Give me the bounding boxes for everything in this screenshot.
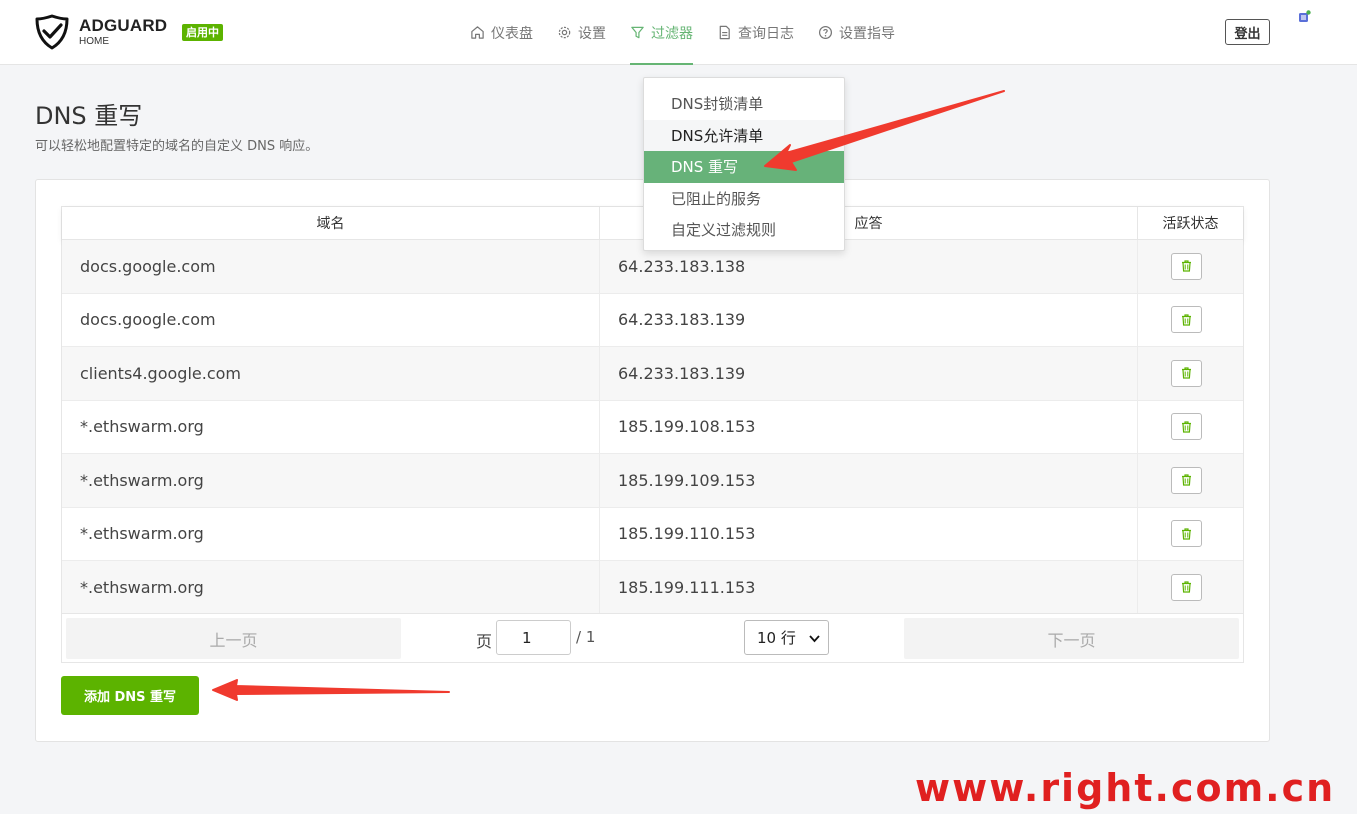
rewrites-table: 域名 应答 活跃状态 docs.google.com 64.233.183.13… bbox=[61, 206, 1244, 663]
page-total: / 1 bbox=[576, 628, 596, 646]
nav-item-label: 设置指导 bbox=[839, 25, 895, 42]
table-row: *.ethswarm.org 185.199.110.153 bbox=[62, 507, 1243, 561]
home-icon bbox=[471, 26, 484, 39]
prev-page-button[interactable]: 上一页 bbox=[66, 618, 401, 659]
delete-button[interactable] bbox=[1171, 359, 1202, 387]
domain-cell: docs.google.com bbox=[62, 293, 600, 346]
trash-icon bbox=[1182, 528, 1191, 540]
domain-cell: *.ethswarm.org bbox=[62, 507, 600, 560]
nav-item-filters[interactable]: 过滤器 bbox=[630, 0, 693, 65]
trash-icon bbox=[1182, 260, 1191, 272]
logout-button[interactable]: 登出 bbox=[1225, 19, 1270, 45]
trash-icon bbox=[1182, 314, 1191, 326]
table-row: *.ethswarm.org 185.199.111.153 bbox=[62, 561, 1243, 615]
column-header-domain[interactable]: 域名 bbox=[62, 207, 600, 239]
delete-button[interactable] bbox=[1171, 413, 1202, 441]
extension-icon[interactable] bbox=[1298, 10, 1311, 23]
domain-cell: *.ethswarm.org bbox=[62, 454, 600, 507]
filter-icon bbox=[631, 26, 644, 39]
next-page-button[interactable]: 下一页 bbox=[904, 618, 1239, 659]
gear-icon bbox=[558, 26, 571, 39]
nav-item-label: 仪表盘 bbox=[491, 25, 533, 42]
nav-item-label: 过滤器 bbox=[651, 25, 693, 42]
filters-dropdown-menu: DNS封锁清单 DNS允许清单 DNS 重写 已阻止的服务 自定义过滤规则 bbox=[643, 77, 845, 251]
answer-cell: 185.199.111.153 bbox=[600, 561, 1138, 614]
menu-item-dns-allowlists[interactable]: DNS允许清单 bbox=[644, 119, 844, 151]
nav-item-label: 设置 bbox=[578, 25, 606, 42]
table-row: clients4.google.com 64.233.183.139 bbox=[62, 347, 1243, 401]
adguard-logo[interactable]: ADGUARD HOME bbox=[34, 14, 167, 50]
page-subtitle: 可以轻松地配置特定的域名的自定义 DNS 响应。 bbox=[35, 139, 319, 154]
brand-title: ADGUARD bbox=[79, 16, 168, 35]
nav-item-settings[interactable]: 设置 bbox=[557, 0, 606, 65]
brand-subtitle: HOME bbox=[79, 36, 109, 47]
menu-item-dns-blocklists[interactable]: DNS封锁清单 bbox=[644, 88, 844, 120]
page-label: 页 bbox=[476, 632, 493, 651]
pagination: 上一页 页 / 1 10 行 下一页 bbox=[62, 613, 1243, 662]
table-body: docs.google.com 64.233.183.138 docs.goog… bbox=[62, 240, 1243, 615]
menu-item-blocked-services[interactable]: 已阻止的服务 bbox=[644, 183, 844, 215]
domain-cell: docs.google.com bbox=[62, 240, 600, 293]
chevron-down-icon bbox=[809, 635, 820, 643]
watermark: www.right.com.cn bbox=[915, 766, 1336, 810]
status-badge: 启用中 bbox=[182, 24, 223, 41]
delete-button[interactable] bbox=[1171, 306, 1202, 334]
nav-item-label: 查询日志 bbox=[738, 25, 794, 42]
table-row: *.ethswarm.org 185.199.109.153 bbox=[62, 454, 1243, 508]
delete-button[interactable] bbox=[1171, 252, 1202, 280]
rows-per-page-value: 10 行 bbox=[757, 629, 796, 647]
menu-item-custom-filtering-rules[interactable]: 自定义过滤规则 bbox=[644, 214, 844, 246]
shield-check-icon bbox=[35, 14, 69, 50]
menu-item-dns-rewrites[interactable]: DNS 重写 bbox=[644, 151, 844, 183]
trash-icon bbox=[1182, 421, 1191, 433]
answer-cell: 185.199.109.153 bbox=[600, 454, 1138, 507]
table-row: docs.google.com 64.233.183.139 bbox=[62, 293, 1243, 347]
domain-cell: *.ethswarm.org bbox=[62, 561, 600, 614]
delete-button[interactable] bbox=[1171, 520, 1202, 548]
nav-item-setup-guide[interactable]: 设置指导 bbox=[818, 0, 895, 65]
answer-cell: 185.199.110.153 bbox=[600, 507, 1138, 560]
trash-icon bbox=[1182, 581, 1191, 593]
trash-icon bbox=[1182, 367, 1191, 379]
main-nav: 仪表盘 设置 过滤器 查询日志 设置指导 bbox=[470, 0, 919, 65]
rows-per-page-select[interactable]: 10 行 bbox=[744, 620, 829, 655]
nav-item-query-log[interactable]: 查询日志 bbox=[717, 0, 794, 65]
delete-button[interactable] bbox=[1171, 573, 1202, 601]
delete-button[interactable] bbox=[1171, 466, 1202, 494]
column-header-status: 活跃状态 bbox=[1162, 216, 1219, 232]
page-number-input[interactable] bbox=[496, 620, 571, 655]
answer-cell: 64.233.183.139 bbox=[600, 347, 1138, 400]
answer-cell: 185.199.108.153 bbox=[600, 400, 1138, 453]
trash-icon bbox=[1182, 474, 1191, 486]
table-row: *.ethswarm.org 185.199.108.153 bbox=[62, 400, 1243, 454]
answer-cell: 64.233.183.139 bbox=[600, 293, 1138, 346]
help-circle-icon bbox=[818, 25, 833, 40]
add-dns-rewrite-button[interactable]: 添加 DNS 重写 bbox=[61, 676, 199, 715]
top-header: ADGUARD HOME 启用中 仪表盘 设置 过滤器 查询日志 设置指导 登出 bbox=[0, 0, 1357, 65]
domain-cell: clients4.google.com bbox=[62, 347, 600, 400]
document-icon bbox=[719, 25, 730, 40]
nav-item-dashboard[interactable]: 仪表盘 bbox=[470, 0, 533, 65]
domain-cell: *.ethswarm.org bbox=[62, 400, 600, 453]
page-title: DNS 重写 bbox=[35, 102, 143, 130]
